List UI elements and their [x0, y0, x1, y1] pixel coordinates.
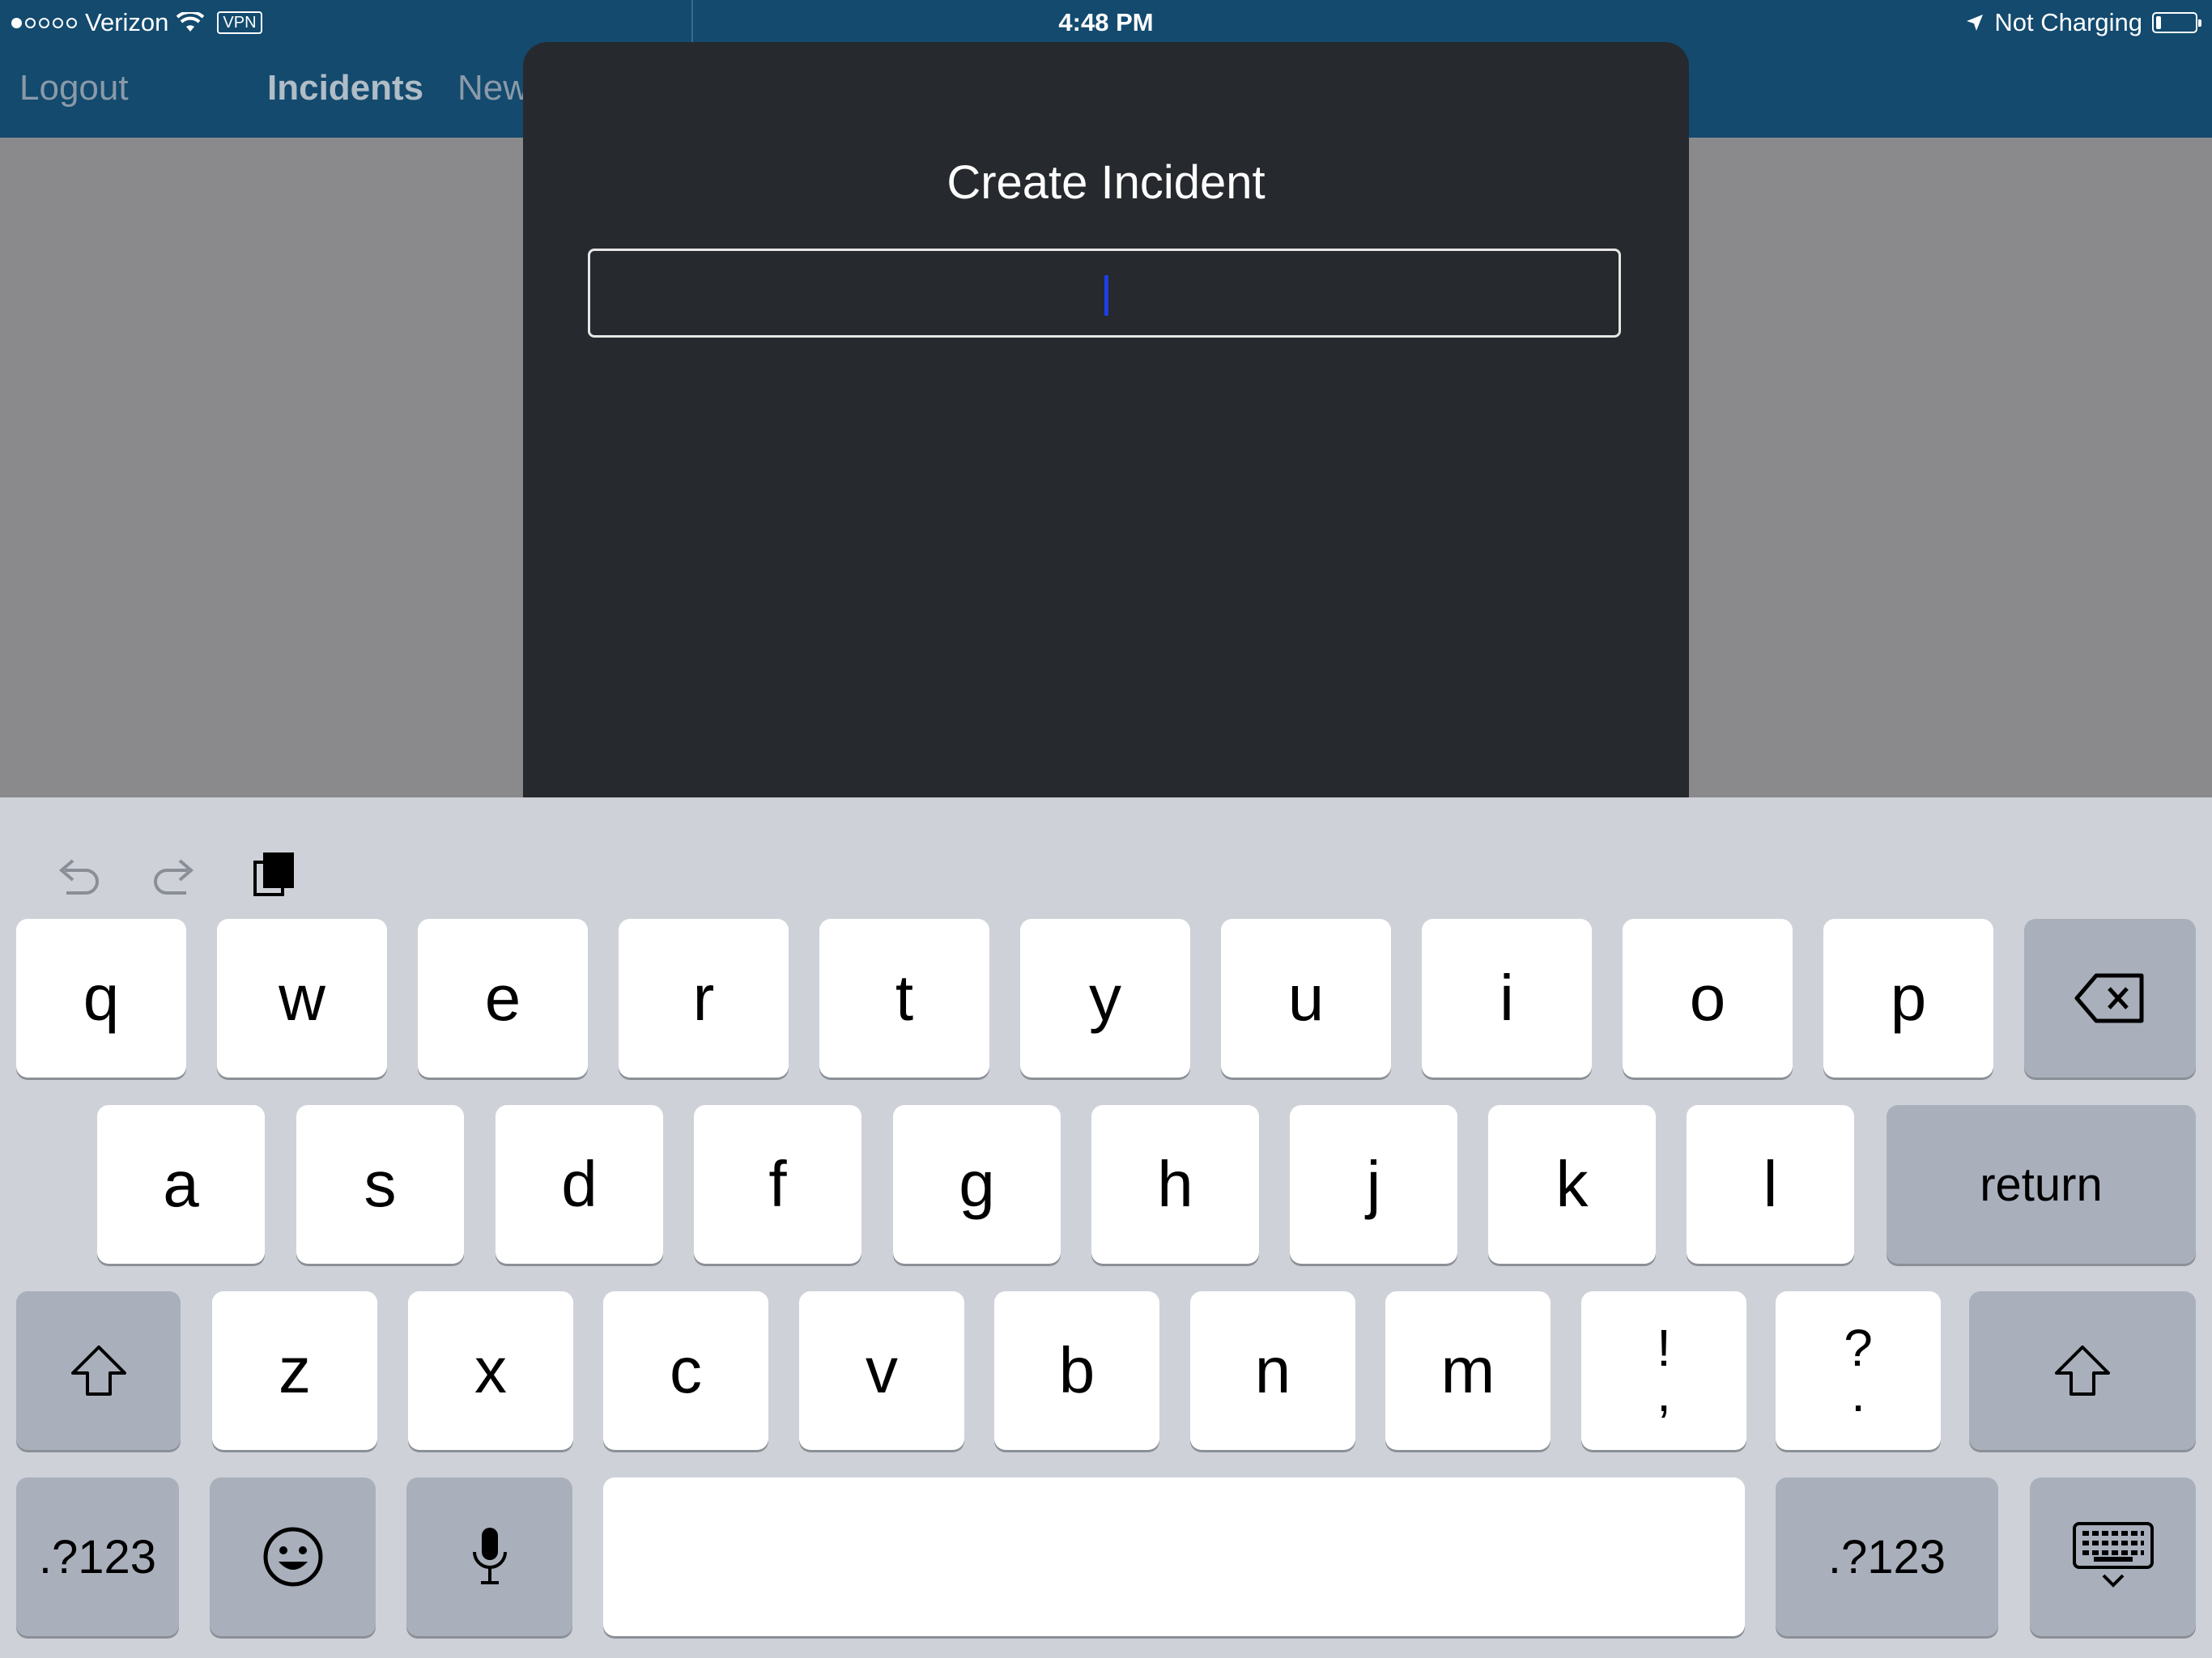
key-c[interactable]: c — [603, 1291, 768, 1450]
space-key[interactable] — [603, 1477, 1745, 1636]
key-z[interactable]: z — [212, 1291, 377, 1450]
key-o[interactable]: o — [1623, 919, 1793, 1078]
key-x[interactable]: x — [408, 1291, 573, 1450]
backspace-icon — [2074, 973, 2144, 1023]
onscreen-keyboard: q w e r t y u i o p a s d f g h j k l re… — [0, 797, 2212, 1658]
key-f[interactable]: f — [694, 1105, 861, 1264]
key-comma-label: , — [1657, 1364, 1671, 1422]
numbers-key-right[interactable]: .?123 — [1776, 1477, 1998, 1636]
key-s[interactable]: s — [296, 1105, 464, 1264]
key-l[interactable]: l — [1687, 1105, 1854, 1264]
key-k[interactable]: k — [1488, 1105, 1656, 1264]
status-time: 4:48 PM — [1058, 8, 1154, 36]
key-period-label: . — [1851, 1364, 1865, 1422]
return-key[interactable]: return — [1887, 1105, 2196, 1264]
key-v[interactable]: v — [799, 1291, 964, 1450]
dictation-key[interactable] — [406, 1477, 572, 1636]
key-exclamation-comma[interactable]: ! , — [1581, 1291, 1746, 1450]
numbers-key-left[interactable]: .?123 — [16, 1477, 179, 1636]
shift-icon — [2055, 1346, 2110, 1396]
create-incident-dialog: Create Incident — [523, 42, 1689, 852]
key-e[interactable]: e — [418, 919, 588, 1078]
status-bar: Verizon VPN 4:48 PM Not Charging — [0, 0, 2212, 45]
key-i[interactable]: i — [1422, 919, 1592, 1078]
location-arrow-icon — [1967, 15, 1984, 31]
hide-keyboard-key[interactable] — [2030, 1477, 2196, 1636]
emoji-icon — [263, 1527, 322, 1587]
key-r[interactable]: r — [619, 919, 789, 1078]
key-b[interactable]: b — [994, 1291, 1159, 1450]
key-t[interactable]: t — [819, 919, 989, 1078]
tab-new[interactable]: New — [457, 68, 529, 108]
backspace-key[interactable] — [2024, 919, 2196, 1078]
key-j[interactable]: j — [1290, 1105, 1457, 1264]
hide-keyboard-icon — [2072, 1522, 2154, 1588]
key-d[interactable]: d — [496, 1105, 663, 1264]
left-shift-key[interactable] — [16, 1291, 181, 1450]
key-u[interactable]: u — [1221, 919, 1391, 1078]
battery-status: Not Charging — [1994, 8, 2142, 36]
key-p[interactable]: p — [1823, 919, 1993, 1078]
split-divider — [691, 0, 693, 45]
microphone-icon — [472, 1528, 507, 1584]
redo-icon[interactable] — [147, 846, 204, 903]
undo-icon[interactable] — [49, 846, 105, 903]
right-shift-key[interactable] — [1969, 1291, 2196, 1450]
key-m[interactable]: m — [1385, 1291, 1551, 1450]
dialog-title: Create Incident — [946, 156, 1266, 209]
key-w[interactable]: w — [217, 919, 387, 1078]
key-q[interactable]: q — [16, 919, 186, 1078]
status-right: Not Charging — [1965, 8, 2201, 37]
key-g[interactable]: g — [893, 1105, 1061, 1264]
incident-name-input[interactable] — [588, 249, 1621, 338]
battery-icon — [2152, 12, 2201, 33]
clipboard-icon[interactable] — [247, 846, 304, 903]
shift-icon — [70, 1346, 126, 1396]
battery-level — [2156, 16, 2161, 29]
emoji-key[interactable] — [210, 1477, 376, 1636]
key-a[interactable]: a — [97, 1105, 265, 1264]
key-n[interactable]: n — [1190, 1291, 1355, 1450]
tab-incidents[interactable]: Incidents — [267, 68, 423, 108]
key-h[interactable]: h — [1091, 1105, 1259, 1264]
text-caret — [1104, 275, 1108, 316]
key-question-period[interactable]: ? . — [1776, 1291, 1941, 1450]
logout-button[interactable]: Logout — [19, 68, 129, 108]
key-y[interactable]: y — [1020, 919, 1190, 1078]
